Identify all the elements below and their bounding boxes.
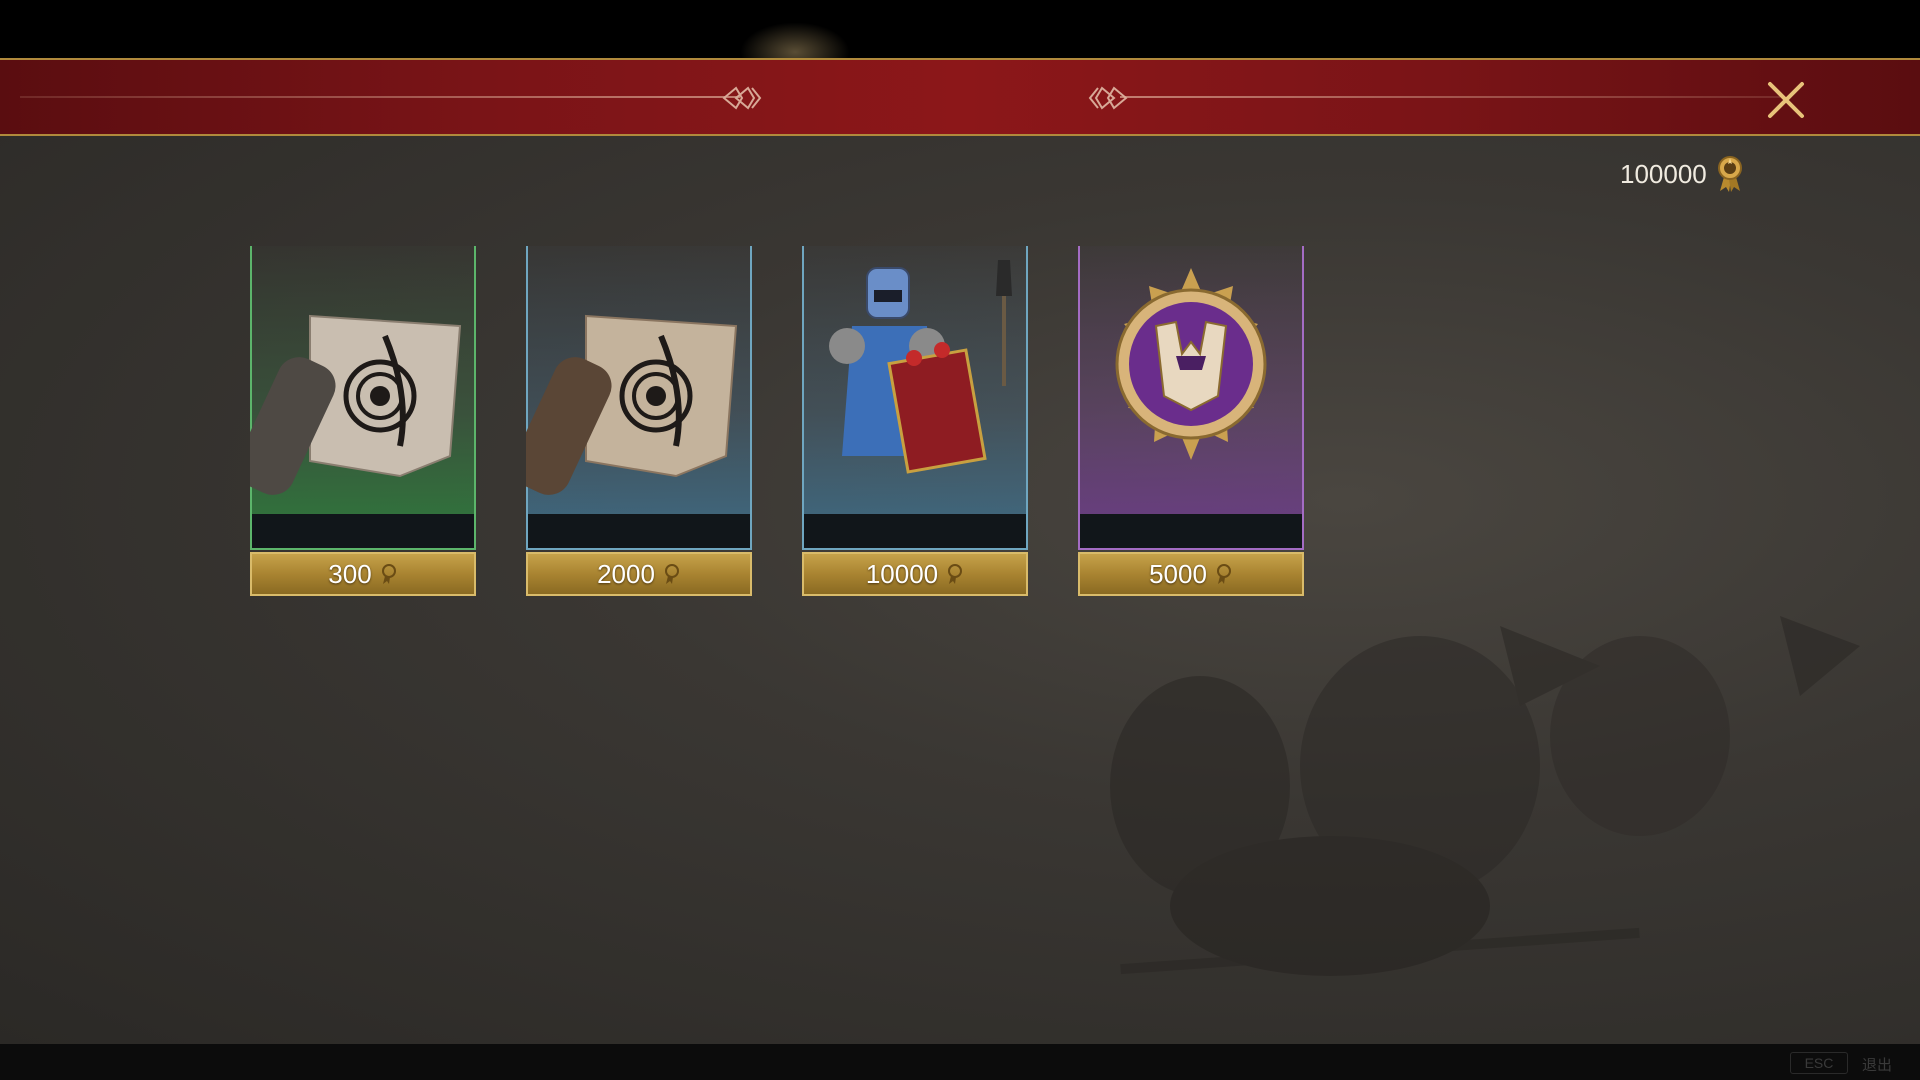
currency-amount: 100000: [1620, 158, 1707, 189]
medal-icon: [381, 564, 396, 584]
item-name-bar: [804, 514, 1026, 548]
scroll-icon: [526, 314, 738, 495]
shop-item-card[interactable]: 5000: [1078, 246, 1304, 596]
medal-icon: [1717, 156, 1742, 192]
medal-icon: [948, 564, 963, 584]
buy-button[interactable]: 300: [250, 552, 476, 596]
item-name-bar: [1080, 514, 1302, 548]
ornament-left-icon: [722, 86, 762, 110]
buy-button[interactable]: 2000: [526, 552, 752, 596]
esc-key-hint[interactable]: ESC: [1790, 1052, 1848, 1074]
price-label: 300: [328, 558, 372, 589]
ornament-right-icon: [1088, 86, 1128, 110]
item-name-bar: [252, 514, 474, 548]
shop-item-card[interactable]: 2000: [526, 246, 752, 596]
medal-icon: [664, 564, 679, 584]
item-name-bar: [528, 514, 750, 548]
close-icon[interactable]: [1764, 78, 1808, 122]
price-label: 5000: [1149, 558, 1207, 589]
currency-display: 100000: [1620, 156, 1780, 192]
banner-line-right: [1120, 96, 1780, 98]
medal-icon: [1216, 564, 1231, 584]
battle-scene-background: [1110, 616, 1860, 976]
shop-item-card[interactable]: 10000: [802, 246, 1028, 596]
buy-button[interactable]: 10000: [802, 552, 1028, 596]
shop-item-card[interactable]: 300: [250, 246, 476, 596]
price-label: 2000: [597, 558, 655, 589]
helmet-emblem-icon: [1115, 268, 1267, 460]
banner-line-left: [20, 96, 740, 98]
bottom-bar: [0, 1044, 1920, 1080]
scroll-icon: [250, 314, 462, 495]
buy-button[interactable]: 5000: [1078, 552, 1304, 596]
header-banner: [0, 58, 1920, 136]
knight-portrait-icon: [829, 260, 1012, 474]
top-black-bar: [0, 0, 1920, 58]
exit-label: 退出: [1862, 1057, 1893, 1074]
price-label: 10000: [865, 558, 939, 589]
